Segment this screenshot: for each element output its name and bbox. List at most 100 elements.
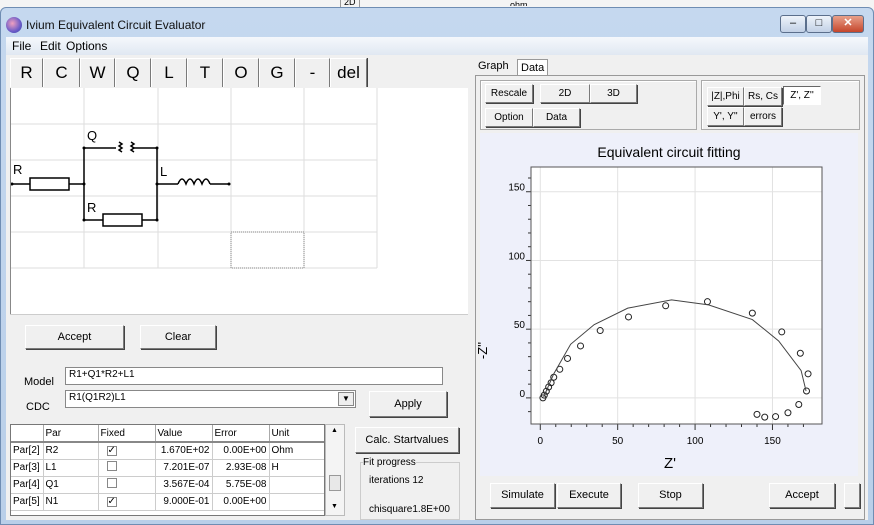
circuit-canvas[interactable]: R Q R L [10, 88, 468, 314]
component-w-button[interactable]: W [80, 58, 115, 87]
component-t-button[interactable]: T [187, 58, 223, 87]
label-r1: R [13, 162, 23, 177]
cell-par[interactable]: Q1 [43, 476, 99, 494]
scroll-down-icon[interactable]: ▼ [331, 503, 338, 510]
stop-button[interactable]: Stop [638, 483, 703, 508]
mode-errors-button[interactable]: errors [744, 107, 782, 126]
mode-zz-button[interactable]: Z', Z'' [783, 86, 821, 105]
col-header-fixed[interactable]: Fixed [98, 425, 156, 443]
cell-par[interactable]: L1 [43, 459, 99, 477]
close-button[interactable]: ✕ [832, 15, 864, 33]
menu-file[interactable]: File [12, 39, 31, 53]
fixed-checkbox[interactable]: ✓ [106, 446, 117, 457]
mode-rscs-button[interactable]: Rs, Cs [744, 87, 782, 106]
maximize-button[interactable]: □ [806, 15, 832, 33]
bg-ohm-text: ohm [510, 0, 528, 6]
table-header: Par Fixed Value Error Unit [11, 425, 324, 443]
cpe-q [117, 141, 136, 153]
cell-par[interactable]: N1 [43, 493, 99, 511]
y-tick-label: 50 [514, 320, 526, 331]
component-wire-button[interactable]: - [295, 58, 330, 87]
selection-cell [230, 231, 305, 269]
cdc-select[interactable]: R1(Q1R2)L1 ▼ [65, 390, 356, 408]
component-l-button[interactable]: L [151, 58, 187, 87]
fixed-checkbox[interactable] [106, 461, 117, 471]
col-header-value[interactable]: Value [155, 425, 213, 443]
cell-unit: H [269, 459, 324, 477]
plot-background [531, 167, 822, 424]
nyquist-plot[interactable]: 0 50 100 150 0 50 100 150 [480, 133, 858, 476]
mode-zphi-button[interactable]: |Z|,Phi [707, 87, 744, 106]
y-axis-label: -Z'' [475, 341, 491, 360]
component-c-button[interactable]: C [43, 58, 80, 87]
minimize-button[interactable]: – [780, 15, 806, 33]
cell-error: 5.75E-08 [212, 476, 270, 494]
cdc-value: R1(Q1R2)L1 [69, 392, 126, 403]
simulate-button[interactable]: Simulate [490, 483, 555, 508]
x-tick-label: 150 [764, 436, 781, 447]
cell-fixed[interactable]: ✓ [98, 442, 156, 460]
cell-par[interactable]: R2 [43, 442, 99, 460]
cell-unit [269, 493, 324, 511]
component-r-button[interactable]: R [10, 58, 43, 87]
component-o-button[interactable]: O [223, 58, 259, 87]
circuit-diagram [11, 88, 378, 269]
row-id: Par[4] [11, 476, 44, 494]
table-row[interactable]: Par[3] L1 7.201E-07 2.93E-08 H [11, 459, 324, 477]
cell-value[interactable]: 9.000E-01 [155, 493, 213, 511]
component-q-button[interactable]: Q [115, 58, 151, 87]
divider [10, 314, 468, 315]
option-button[interactable]: Option [485, 108, 533, 127]
component-g-button[interactable]: G [259, 58, 295, 87]
window-title: Ivium Equivalent Circuit Evaluator [26, 18, 206, 32]
row-id: Par[5] [11, 493, 44, 511]
3d-button[interactable]: 3D [590, 84, 637, 103]
circuit-accept-button[interactable]: Accept [25, 325, 124, 349]
cell-unit: Ohm [269, 442, 324, 460]
calc-startvalues-button[interactable]: Calc. Startvalues [355, 427, 459, 453]
mode-yy-button[interactable]: Y', Y'' [707, 107, 744, 126]
col-header [11, 425, 44, 443]
menu-bar: File Edit Options [6, 37, 868, 55]
cell-value[interactable]: 3.567E-04 [155, 476, 213, 494]
apply-button[interactable]: Apply [369, 391, 447, 417]
table-row[interactable]: Par[2] R2 ✓ 1.670E+02 0.00E+00 Ohm [11, 442, 324, 460]
cell-fixed[interactable] [98, 459, 156, 477]
menu-options[interactable]: Options [66, 39, 107, 53]
col-header-error[interactable]: Error [212, 425, 270, 443]
x-tick-label: 0 [538, 436, 544, 447]
col-header-unit[interactable]: Unit [269, 425, 324, 443]
table-row[interactable]: Par[5] N1 ✓ 9.000E-01 0.00E+00 [11, 493, 324, 511]
table-scrollbar[interactable]: ▲ ▼ [325, 424, 345, 516]
parameter-table: Par Fixed Value Error Unit Par[2] R2 ✓ 1… [10, 424, 325, 516]
x-tick-label: 100 [687, 436, 704, 447]
2d-button[interactable]: 2D [540, 84, 590, 103]
table-row[interactable]: Par[4] Q1 3.567E-04 5.75E-08 [11, 476, 324, 494]
execute-button[interactable]: Execute [557, 483, 621, 508]
menu-edit[interactable]: Edit [40, 39, 61, 53]
cell-value[interactable]: 7.201E-07 [155, 459, 213, 477]
cdc-label: CDC [26, 401, 50, 413]
app-logo-icon [6, 17, 22, 33]
cell-fixed[interactable] [98, 476, 156, 494]
model-input[interactable]: R1+Q1*R2+L1 [65, 367, 443, 385]
chevron-down-icon[interactable]: ▼ [338, 392, 354, 406]
col-header-par[interactable]: Par [43, 425, 99, 443]
cell-fixed[interactable]: ✓ [98, 493, 156, 511]
cell-error: 2.93E-08 [212, 459, 270, 477]
component-delete-button[interactable]: del [330, 58, 367, 87]
graph-data-button[interactable]: Data [533, 108, 580, 127]
fixed-checkbox[interactable]: ✓ [106, 497, 117, 507]
chart-area: Equivalent circuit fitting 0 50 100 150 0 50 1… [475, 133, 858, 476]
scroll-up-icon[interactable]: ▲ [331, 427, 338, 434]
rescale-button[interactable]: Rescale [485, 84, 533, 103]
scroll-thumb[interactable] [329, 475, 341, 491]
graph-accept-button[interactable]: Accept [769, 483, 835, 508]
fixed-checkbox[interactable] [106, 478, 117, 488]
circuit-clear-button[interactable]: Clear [140, 325, 216, 349]
cell-value[interactable]: 1.670E+02 [155, 442, 213, 460]
tab-graph[interactable]: Graph [475, 58, 512, 76]
y-tick-label: 0 [519, 389, 525, 400]
iterations-text: iterations 12 [369, 475, 424, 486]
extra-button[interactable] [844, 483, 860, 508]
